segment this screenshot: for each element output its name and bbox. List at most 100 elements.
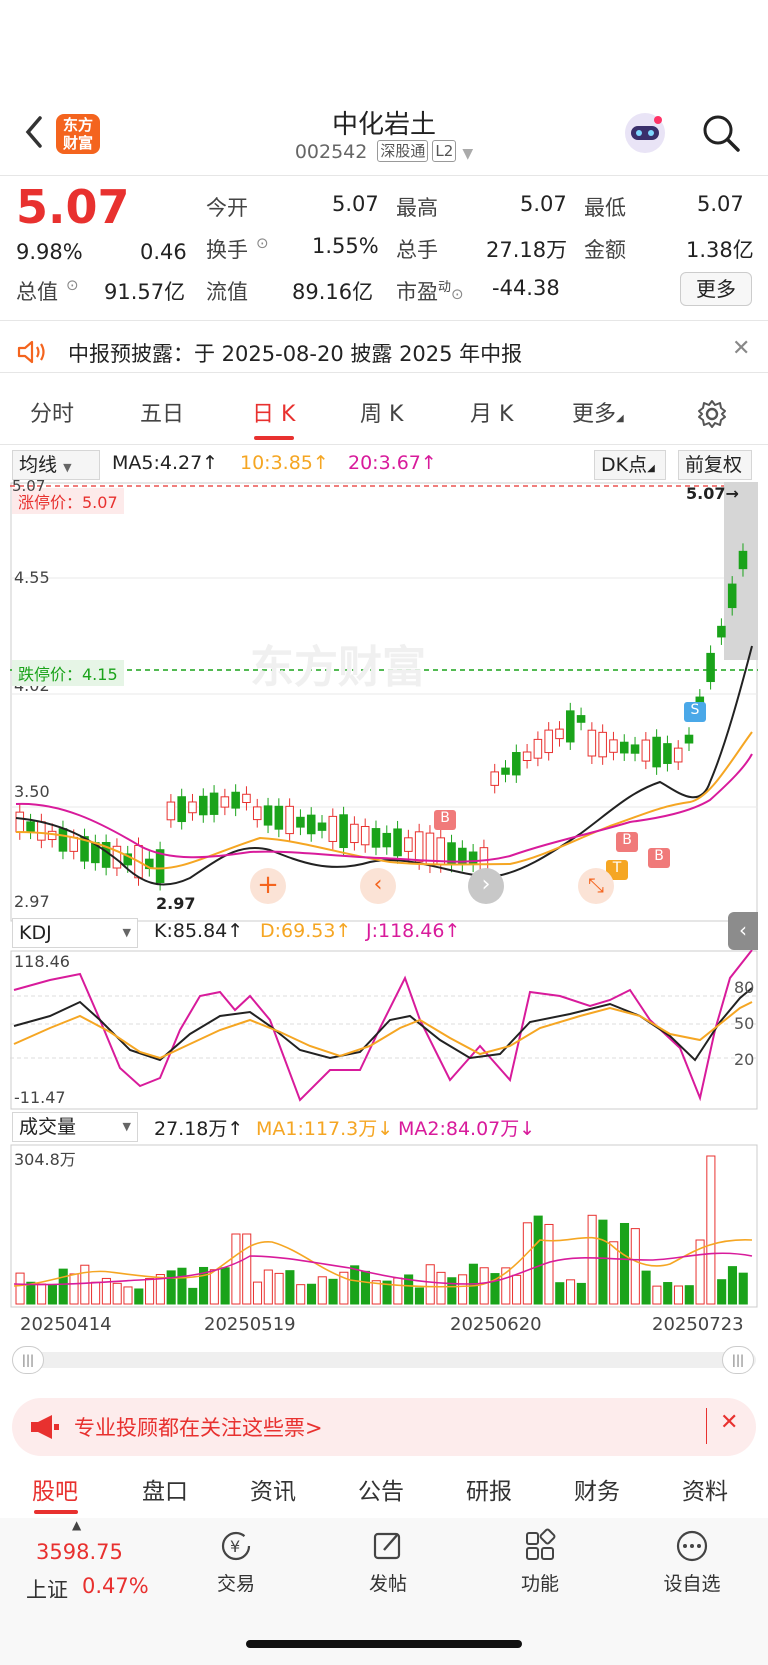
volume-bar xyxy=(231,1233,241,1305)
ma5-value: MA5:4.27↑ xyxy=(112,452,219,474)
chevron-left-icon[interactable]: ‹ xyxy=(360,868,396,904)
date-label: 20250620 xyxy=(450,1314,542,1335)
adjust-button[interactable]: 前复权 xyxy=(678,450,752,480)
dk-point-button[interactable]: DK点◢ xyxy=(594,450,666,480)
level-tag: L2 xyxy=(432,140,457,162)
tab-finance[interactable]: 财务 xyxy=(574,1472,620,1506)
tab-guba[interactable]: 股吧 xyxy=(32,1472,78,1506)
more-button[interactable]: 更多 xyxy=(680,272,752,306)
open-label: 今开 xyxy=(206,196,248,220)
y-axis-label: 2.97 xyxy=(14,892,50,911)
promo-banner[interactable]: 专业投顾都在关注这些票> ✕ xyxy=(12,1398,756,1456)
add-icon[interactable]: + xyxy=(250,868,286,904)
index-value[interactable]: 3598.75 xyxy=(36,1540,123,1564)
low-value: 5.07 xyxy=(697,192,744,216)
info-icon: ⊙ xyxy=(451,285,464,303)
scroll-handle-right[interactable]: ||| xyxy=(722,1346,754,1374)
candlestick-chart[interactable]: 东方财富 xyxy=(10,482,758,922)
tab-more[interactable]: 更多◢ xyxy=(572,396,624,428)
tab-weekly-k[interactable]: 周 K xyxy=(360,396,403,428)
tab-daily-k[interactable]: 日 K xyxy=(252,396,295,428)
candle xyxy=(598,731,607,758)
candle xyxy=(727,583,737,609)
ma-select[interactable]: 均线 ▼ xyxy=(12,450,100,480)
tab-research[interactable]: 研报 xyxy=(466,1472,512,1506)
volume-bar xyxy=(436,1271,446,1305)
high-label: 最高 xyxy=(396,196,438,220)
candle xyxy=(619,741,629,754)
candle xyxy=(652,736,661,768)
search-icon[interactable] xyxy=(700,112,742,154)
chevron-down-icon: ▼ xyxy=(462,146,474,162)
tab-news[interactable]: 资讯 xyxy=(250,1472,296,1506)
candle xyxy=(263,805,273,826)
candle xyxy=(296,816,305,828)
candle xyxy=(717,625,726,638)
chart-scrollbar[interactable] xyxy=(12,1352,756,1368)
high-value: 5.07 xyxy=(520,192,567,216)
pe-label: 市盈动⊙ xyxy=(396,280,464,304)
function-button[interactable]: 功能 xyxy=(510,1528,570,1596)
candle xyxy=(641,739,651,762)
settings-gear-icon[interactable] xyxy=(696,398,728,430)
expand-icon[interactable]: ⤡ xyxy=(578,868,614,904)
buy-signal-icon[interactable]: B xyxy=(434,810,456,830)
ma10-value: 10:3.85↑ xyxy=(240,452,329,474)
volume-bar xyxy=(717,1279,727,1305)
volume-bar xyxy=(274,1272,284,1305)
candle xyxy=(414,831,424,863)
collapse-panel-icon[interactable]: ‹ xyxy=(728,912,758,950)
candle xyxy=(673,747,683,763)
volume-bar xyxy=(263,1269,273,1305)
volume-bar xyxy=(37,1283,47,1305)
volume-bar xyxy=(242,1233,252,1305)
buy-signal-icon[interactable]: B xyxy=(616,832,638,852)
date-label: 20250414 xyxy=(20,1314,112,1335)
turnover-value: 1.55% xyxy=(312,234,379,258)
chevron-right-icon[interactable]: › xyxy=(468,868,504,904)
amount-value: 1.38亿 xyxy=(686,238,754,262)
post-button[interactable]: 发帖 xyxy=(358,1528,418,1596)
trade-button[interactable]: ¥ 交易 xyxy=(206,1528,266,1596)
chevron-up-icon[interactable]: ▲ xyxy=(72,1518,81,1532)
scroll-handle-left[interactable]: ||| xyxy=(12,1346,44,1374)
index-change: 0.47% xyxy=(82,1574,149,1598)
notice-text: 中报预披露：于 2025-08-20 披露 2025 年中报 xyxy=(68,342,523,366)
volume-bar xyxy=(177,1267,187,1305)
tab-profile[interactable]: 资料 xyxy=(682,1472,728,1506)
info-icon[interactable]: ⊙ xyxy=(256,234,269,252)
robot-assistant-icon[interactable] xyxy=(622,110,668,156)
buy-signal-icon[interactable]: B xyxy=(648,848,670,868)
candle xyxy=(382,832,392,848)
tab-pankou[interactable]: 盘口 xyxy=(142,1472,188,1506)
volume-bar xyxy=(166,1270,176,1305)
volume-bar xyxy=(663,1282,673,1305)
period-tabs: 分时 五日 日 K 周 K 月 K 更多◢ xyxy=(0,396,768,440)
close-icon[interactable]: ✕ xyxy=(732,336,750,361)
candle xyxy=(37,821,46,841)
volume-select[interactable]: 成交量 ▼ xyxy=(12,1112,138,1142)
tab-announcement[interactable]: 公告 xyxy=(358,1472,404,1506)
candle xyxy=(166,801,176,821)
tab-minute[interactable]: 分时 xyxy=(30,396,74,428)
current-price: 5.07 xyxy=(16,180,130,234)
megaphone-icon xyxy=(31,1415,59,1439)
close-icon[interactable]: ✕ xyxy=(720,1410,738,1435)
tab-monthly-k[interactable]: 月 K xyxy=(470,396,513,428)
kdj-chart[interactable] xyxy=(10,950,758,1110)
info-icon[interactable]: ⊙ xyxy=(66,276,79,294)
candle xyxy=(231,791,240,809)
candle xyxy=(533,738,543,759)
kdj-select[interactable]: KDJ ▼ xyxy=(12,918,138,948)
candle xyxy=(576,715,586,723)
volume-chart[interactable] xyxy=(10,1144,758,1308)
add-watchlist-button[interactable]: 设自选 xyxy=(656,1528,728,1596)
tab-five-day[interactable]: 五日 xyxy=(140,396,184,428)
candle xyxy=(350,823,359,844)
y-axis-top: 5.07 xyxy=(12,477,46,495)
low-price-tag: 2.97 xyxy=(156,894,196,913)
notice-bar[interactable]: 中报预披露：于 2025-08-20 披露 2025 年中报 ✕ xyxy=(0,336,768,368)
sell-signal-icon[interactable]: S xyxy=(684,702,706,722)
y-axis-label: 4.55 xyxy=(14,568,50,587)
float-label: 流值 xyxy=(206,280,248,304)
